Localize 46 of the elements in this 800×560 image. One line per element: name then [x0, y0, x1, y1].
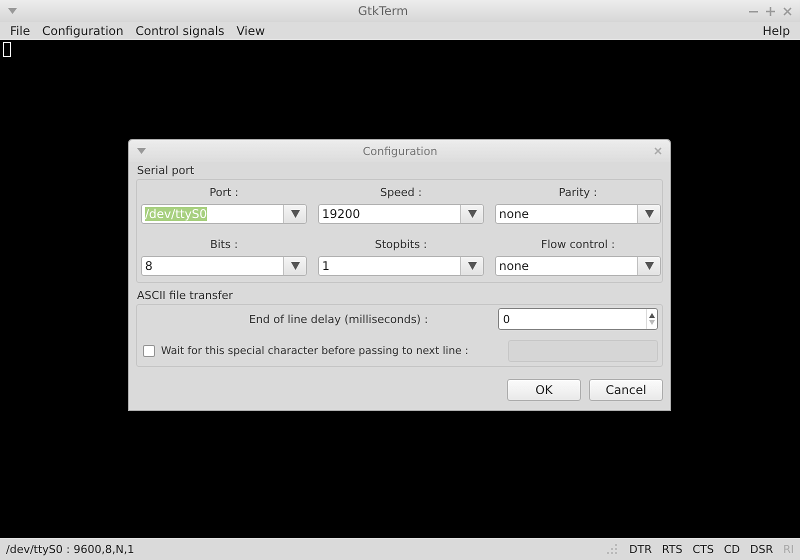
dialog-title: Configuration: [362, 144, 438, 158]
maximize-icon[interactable]: [766, 6, 775, 16]
spin-field[interactable]: 0: [498, 308, 658, 330]
resize-grip-icon[interactable]: [607, 544, 620, 554]
cursor-icon: [3, 42, 11, 57]
signal-indicator: RTS: [662, 542, 682, 556]
signal-indicator: CTS: [692, 542, 714, 556]
status-text: /dev/ttyS0 : 9600,8,N,1: [6, 542, 134, 556]
menu-item[interactable]: View: [230, 24, 271, 38]
signal-indicator: DSR: [750, 542, 774, 556]
dropdown-arrow-icon[interactable]: [290, 210, 300, 218]
window-menu-icon[interactable]: [137, 148, 146, 154]
window-title: GtkTerm: [356, 4, 410, 18]
checkbox[interactable]: [143, 345, 155, 357]
menu-item[interactable]: Configuration: [36, 24, 130, 38]
field-label: Stopbits :: [374, 238, 428, 251]
field-label: Speed :: [379, 186, 423, 199]
menu-item[interactable]: Control signals: [129, 24, 230, 38]
menu-item[interactable]: Help: [756, 24, 796, 38]
close-icon[interactable]: [783, 6, 792, 16]
checkbox-label: Wait for this special character before passing to next line :: [161, 345, 470, 357]
dropdown-arrow-icon[interactable]: [468, 210, 476, 218]
dropdown-arrow-icon[interactable]: [644, 210, 654, 218]
combo-box[interactable]: 19200: [318, 204, 484, 224]
close-icon[interactable]: [654, 147, 662, 155]
signal-indicator: DTR: [629, 542, 652, 556]
combo-box[interactable]: none: [495, 204, 661, 224]
dropdown-arrow-icon[interactable]: [290, 262, 300, 270]
combo-box[interactable]: 1: [318, 256, 484, 276]
dropdown-arrow-icon[interactable]: [468, 262, 476, 270]
menu-item[interactable]: File: [4, 24, 36, 38]
group-title: Serial port: [136, 164, 196, 178]
window-menu-icon[interactable]: [8, 8, 17, 14]
field-label: Flow control :: [540, 238, 616, 251]
combo-box[interactable]: none: [495, 256, 661, 276]
group-title: ASCII file transfer: [136, 289, 234, 303]
field-label: Parity :: [558, 186, 598, 199]
spin-up-icon[interactable]: [649, 313, 655, 318]
dialog-button[interactable]: Cancel: [589, 379, 663, 401]
combo-box[interactable]: 8: [141, 256, 307, 276]
dialog-button[interactable]: OK: [507, 379, 581, 401]
field-label: End of line delay (milliseconds) :: [248, 312, 430, 326]
field-label: Port :: [208, 186, 240, 199]
dropdown-arrow-icon[interactable]: [644, 262, 654, 270]
signal-indicator: CD: [724, 542, 740, 556]
field-label: Bits :: [209, 238, 239, 251]
